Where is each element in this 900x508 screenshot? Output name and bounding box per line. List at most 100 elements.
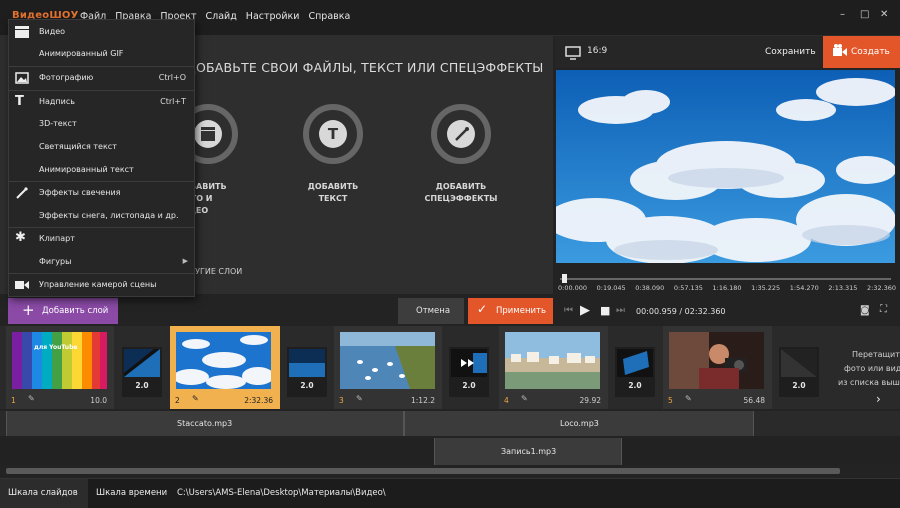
transition-item[interactable]: 2.0 <box>449 347 489 397</box>
tick-label: 1:16.180 <box>712 284 742 292</box>
clapper-icon <box>15 26 29 38</box>
create-button[interactable]: Создать <box>823 36 900 68</box>
aspect-ratio[interactable]: 16:9 <box>587 46 607 56</box>
timeline-track <box>560 278 891 280</box>
magic-wand-icon <box>15 187 29 199</box>
menu-slide[interactable]: Слайд <box>206 11 237 22</box>
audio-clip[interactable]: Запись1.mp3 <box>434 438 622 465</box>
menu-divider <box>9 181 194 182</box>
play-icon[interactable]: ▶ <box>580 303 590 318</box>
previous-icon[interactable]: ⏮ <box>564 305 573 316</box>
menu-divider <box>9 90 194 91</box>
add-layer-button[interactable]: + Добавить слой <box>8 298 118 324</box>
time-readout: 00:00.959 / 02:32.360 <box>636 307 726 316</box>
clapper-icon <box>194 120 222 148</box>
video-preview[interactable] <box>556 70 895 263</box>
camera-icon <box>15 279 29 291</box>
slide-thumbnail <box>505 332 600 389</box>
app-window: ВидеоШОУ Файл Правка Проект Слайд Настро… <box>0 0 900 508</box>
slide-item[interactable]: 4 ✎ 29.92 <box>499 326 608 409</box>
folder-path: C:\Users\AMS-Elena\Desktop\Материалы\Вид… <box>177 488 386 498</box>
slide-item-selected[interactable]: 2 ✎ 2:32.36 <box>170 326 280 409</box>
transition-thumbnail <box>124 349 160 377</box>
transition-thumbnail <box>289 349 325 377</box>
menu-divider <box>9 273 194 274</box>
panel-title: ДОБАВЬТЕ СВОИ ФАЙЛЫ, ТЕКСТ ИЛИ СПЕЦЭФФЕК… <box>186 60 544 75</box>
gear-icon: ✱ <box>15 230 26 245</box>
tab-timeline[interactable]: Шкала времени <box>88 479 172 508</box>
plus-icon: + <box>22 301 35 319</box>
magic-wand-icon <box>447 120 475 148</box>
slide-thumbnail <box>176 332 271 389</box>
close-button[interactable]: ✕ <box>880 9 888 20</box>
add-effects-card[interactable] <box>431 104 491 164</box>
maximize-button[interactable]: □ <box>860 9 869 20</box>
menu-item-3d-text[interactable]: 3D-текст <box>9 114 194 134</box>
transition-item[interactable]: 2.0 <box>615 347 655 397</box>
add-text-card[interactable]: T <box>303 104 363 164</box>
slide-thumbnail: для YouTube <box>12 332 107 389</box>
monitor-icon[interactable] <box>565 45 581 64</box>
menu-help[interactable]: Справка <box>308 11 350 22</box>
edit-icon[interactable]: ✎ <box>521 394 528 403</box>
menu-item-glow-text[interactable]: Светящийся текст <box>9 137 194 157</box>
menu-item-caption[interactable]: T Надпись Ctrl+T <box>9 92 194 112</box>
playhead[interactable] <box>561 274 567 283</box>
tick-label: 2:13.315 <box>828 284 858 292</box>
status-bar: Шкала слайдов Шкала времени C:\Users\AMS… <box>0 478 900 508</box>
minimize-button[interactable]: – <box>840 9 845 20</box>
audio-clip[interactable]: Loco.mp3 <box>404 411 754 436</box>
tick-label: 2:32.360 <box>867 284 897 292</box>
menu-divider <box>9 227 194 228</box>
chevron-right-icon[interactable]: › <box>876 392 881 406</box>
edit-icon[interactable]: ✎ <box>192 394 199 403</box>
menu-item-snow-effects[interactable]: Эффекты снега, листопада и др. <box>9 206 194 226</box>
menu-divider <box>9 66 194 67</box>
slide-strip: для YouTube 1 ✎ 10.0 2.0 2 ✎ 2:32.36 2.0 <box>0 326 900 409</box>
fullscreen-icon[interactable]: ⛶ <box>880 304 887 315</box>
tick-label: 1:54.270 <box>789 284 819 292</box>
save-button[interactable]: Сохранить <box>765 47 816 57</box>
edit-icon[interactable]: ✎ <box>28 394 35 403</box>
tick-label: 0:38.090 <box>635 284 665 292</box>
image-icon <box>15 72 29 84</box>
audio-track-2: Запись1.mp3 <box>0 438 900 465</box>
slide-item[interactable]: 5 ✎ 56.48 <box>663 326 772 409</box>
text-icon: T <box>15 94 24 109</box>
add-effects-label: ДОБАВИТЬ СПЕЦЭФФЕКТЫ <box>424 182 498 203</box>
menu-item-photo[interactable]: Фотографию Ctrl+O <box>9 68 194 88</box>
cancel-button[interactable]: Отмена <box>398 298 464 324</box>
audio-track-1: Staccato.mp3 Loco.mp3 <box>0 411 900 436</box>
slide-item[interactable]: 3 ✎ 1:12.2 <box>334 326 442 409</box>
menu-item-clipart[interactable]: ✱ Клипарт <box>9 229 194 249</box>
preview-timeline[interactable]: 0:00.000 0:19.045 0:38.090 0:57.135 1:16.180… <box>556 272 897 298</box>
camera-icon <box>833 44 847 61</box>
transition-item[interactable]: 2.0 <box>779 347 819 397</box>
slide-thumbnail <box>669 332 764 389</box>
stop-icon[interactable]: ■ <box>600 304 610 317</box>
transition-thumbnail <box>451 349 487 377</box>
playback-controls: ⏮ ▶ ■ ⏭ 00:00.959 / 02:32.360 ◙ ⛶ <box>556 298 900 324</box>
tick-label: 0:57.135 <box>673 284 703 292</box>
tick-label: 0:19.045 <box>596 284 626 292</box>
menu-item-glow-effects[interactable]: Эффекты свечения <box>9 183 194 203</box>
horizontal-scrollbar[interactable] <box>6 468 840 474</box>
edit-icon[interactable]: ✎ <box>356 394 363 403</box>
apply-button[interactable]: ✓ Применить <box>468 298 553 324</box>
menu-item-camera[interactable]: Управление камерой сцены <box>9 275 194 295</box>
transition-item[interactable]: 2.0 <box>287 347 327 397</box>
audio-clip[interactable]: Staccato.mp3 <box>6 411 404 436</box>
snapshot-icon[interactable]: ◙ <box>860 305 870 316</box>
tick-label: 0:00.000 <box>558 284 588 292</box>
chevron-right-icon: ▶ <box>182 257 188 265</box>
menu-item-video[interactable]: Видео <box>9 22 194 42</box>
tab-slide-scale[interactable]: Шкала слайдов <box>0 479 88 508</box>
menu-item-gif[interactable]: Анимированный GIF <box>9 44 194 64</box>
menu-settings[interactable]: Настройки <box>246 11 300 22</box>
edit-icon[interactable]: ✎ <box>685 394 692 403</box>
menu-item-animated-text[interactable]: Анимированный текст <box>9 160 194 180</box>
slide-item[interactable]: для YouTube 1 ✎ 10.0 <box>6 326 114 409</box>
transition-item[interactable]: 2.0 <box>122 347 162 397</box>
menu-item-shapes[interactable]: Фигуры ▶ <box>9 252 194 272</box>
next-icon[interactable]: ⏭ <box>616 305 625 316</box>
